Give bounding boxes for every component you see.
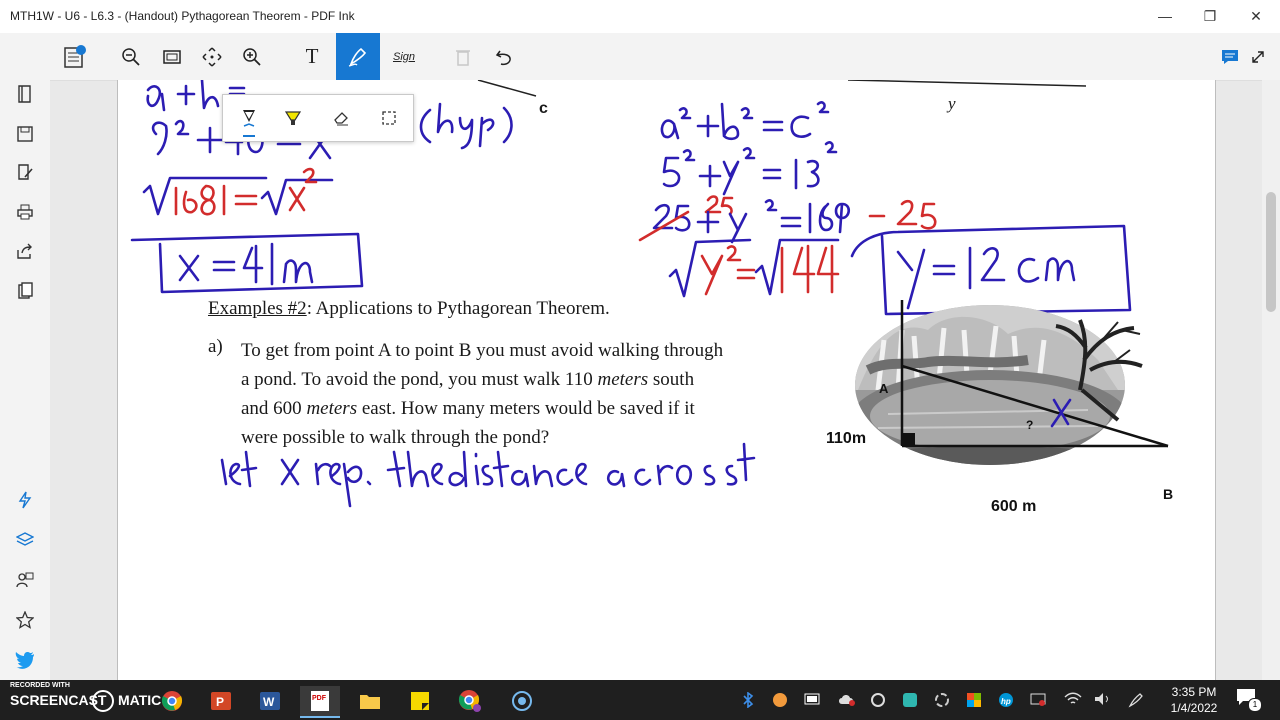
clock-date: 1/4/2022: [1170, 701, 1218, 715]
fig-label-110m: 110m: [826, 430, 867, 447]
examples-heading: Examples #2: Applications to Pythagorean…: [208, 298, 610, 320]
tray-circle-icon[interactable]: [870, 692, 888, 708]
fig-label-b: B: [1163, 486, 1174, 502]
svg-text:P: P: [216, 695, 224, 709]
print-icon[interactable]: [11, 198, 39, 226]
problem-line-3-post: east. How many meters would be saved if …: [357, 398, 695, 419]
screencast-logo-icon: [92, 690, 114, 712]
sticky-notes-icon[interactable]: [400, 686, 440, 716]
scrollbar-thumb[interactable]: [1266, 192, 1276, 312]
screencast-recorder-icon[interactable]: [502, 686, 542, 716]
delete-icon[interactable]: [441, 33, 485, 80]
document-page[interactable]: c y Examples #2: Applications to Pythago…: [117, 80, 1216, 680]
display-alert-icon[interactable]: [1030, 692, 1048, 708]
clock-time: 3:35 PM: [1171, 685, 1217, 699]
book-icon[interactable]: [11, 80, 39, 108]
svg-text:W: W: [263, 695, 275, 709]
copy-pages-icon[interactable]: [11, 277, 39, 305]
problem-letter: a): [208, 336, 223, 357]
sign-button[interactable]: Sign: [382, 33, 426, 80]
problem-line-2-em: meters: [597, 369, 649, 390]
problem-line-2-post: south: [648, 369, 695, 390]
fullscreen-icon[interactable]: [1236, 33, 1280, 80]
volume-icon[interactable]: [1094, 692, 1112, 708]
eraser-tool-icon[interactable]: [323, 99, 359, 137]
sign-label: Sign: [392, 50, 416, 63]
close-button[interactable]: ✕: [1241, 6, 1271, 26]
vertical-scrollbar[interactable]: [1262, 80, 1280, 680]
cloud-alert-icon[interactable]: [838, 692, 856, 708]
ink-tools-panel: [222, 94, 414, 142]
pen-tool-icon[interactable]: [231, 99, 267, 137]
ink-pen-button[interactable]: [336, 33, 380, 80]
zoom-in-icon[interactable]: [230, 33, 274, 80]
svg-text:PDF: PDF: [312, 695, 327, 702]
restore-button[interactable]: ❐: [1195, 6, 1225, 26]
taskbar: [0, 680, 1280, 720]
problem-line-3-pre: and 600: [241, 398, 307, 419]
pan-icon[interactable]: [190, 33, 234, 80]
edit-document-icon[interactable]: [11, 158, 39, 186]
word-icon[interactable]: W: [250, 686, 290, 716]
problem-text: To get from point A to point B you must …: [241, 336, 723, 452]
layers-icon[interactable]: [11, 526, 39, 554]
lightning-icon[interactable]: [11, 486, 39, 514]
pen-active-indicator: [243, 135, 255, 137]
examples-heading-rest: : Applications to Pythagorean Theorem.: [306, 298, 610, 319]
notification-count: 1: [1248, 698, 1262, 712]
chrome-icon[interactable]: [152, 686, 192, 716]
label-y: y: [948, 94, 956, 113]
tray-swirl-icon[interactable]: [934, 692, 952, 708]
chrome-profile-icon[interactable]: [450, 686, 490, 716]
watermark-recorded: RECORDED WITH: [10, 682, 70, 689]
svg-text:hp: hp: [1001, 697, 1011, 706]
fit-page-icon[interactable]: [150, 33, 194, 80]
problem-line-2: a pond. To avoid the pond, you must walk…: [241, 365, 723, 394]
tray-teal-icon[interactable]: [902, 692, 920, 708]
left-sidebar: [0, 80, 50, 680]
label-c: c: [539, 100, 548, 117]
powerpoint-icon[interactable]: P: [201, 686, 241, 716]
title-bar: MTH1W - U6 - L6.3 - (Handout) Pythagorea…: [0, 0, 1280, 33]
problem-line-1: To get from point A to point B you must …: [241, 340, 724, 361]
share-icon[interactable]: [11, 237, 39, 265]
examples-heading-label: Examples #2: [208, 298, 307, 319]
notification-center-icon[interactable]: 1: [1236, 688, 1262, 712]
bluetooth-icon[interactable]: [742, 691, 760, 709]
text-tool-button[interactable]: T: [290, 33, 334, 80]
notebook-app-icon[interactable]: [52, 33, 96, 80]
fig-label-question: ?: [1026, 418, 1034, 432]
problem-line-3-em: meters: [306, 398, 358, 419]
pdf-ink-taskbar-icon[interactable]: PDF: [300, 686, 340, 718]
problem-line-4: were possible to walk through the pond?: [241, 427, 550, 448]
text-tool-label: T: [305, 44, 319, 68]
presenter-icon[interactable]: [11, 566, 39, 594]
security-shield-icon[interactable]: [966, 692, 984, 708]
battery-icon[interactable]: [804, 692, 822, 708]
star-icon[interactable]: [11, 606, 39, 634]
highlighter-tool-icon[interactable]: [275, 99, 311, 137]
file-explorer-icon[interactable]: [350, 686, 390, 716]
wifi-icon[interactable]: [1064, 692, 1082, 708]
window-title: MTH1W - U6 - L6.3 - (Handout) Pythagorea…: [10, 9, 355, 23]
fig-label-600m: 600 m: [991, 498, 1037, 515]
tray-app-orange-icon[interactable]: [772, 692, 790, 708]
save-icon[interactable]: [11, 120, 39, 148]
lasso-select-icon[interactable]: [371, 99, 407, 137]
hp-icon[interactable]: hp: [998, 692, 1016, 708]
undo-icon[interactable]: [482, 33, 526, 80]
zoom-out-icon[interactable]: [109, 33, 153, 80]
clock[interactable]: 3:35 PM 1/4/2022: [1166, 684, 1222, 716]
problem-line-3: and 600 meters east. How many meters wou…: [241, 394, 723, 423]
twitter-icon[interactable]: [11, 646, 39, 674]
toolbar: T Sign: [0, 33, 1280, 81]
pond-figure: [855, 300, 1169, 465]
problem-line-2-pre: a pond. To avoid the pond, you must walk…: [241, 369, 598, 390]
pen-workspace-icon[interactable]: [1128, 692, 1146, 708]
minimize-button[interactable]: —: [1150, 6, 1180, 26]
fig-label-a: A: [879, 381, 889, 396]
